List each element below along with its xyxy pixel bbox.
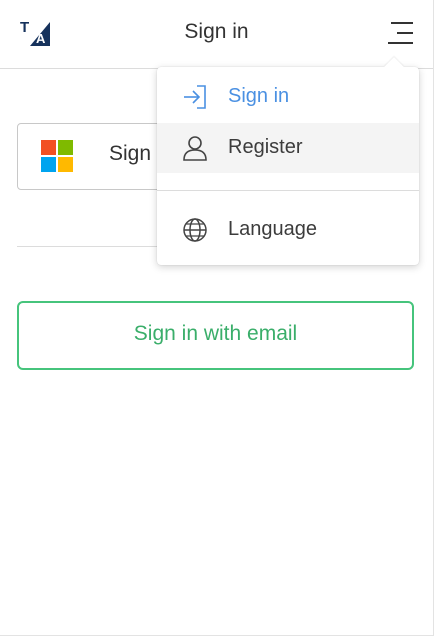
menu-item-language[interactable]: Language bbox=[157, 205, 419, 255]
email-button-label: Sign in with email bbox=[133, 322, 298, 345]
menu-item-sign-in-label: Sign in bbox=[228, 85, 290, 107]
menu-item-language-label: Language bbox=[228, 218, 317, 240]
microsoft-logo-icon bbox=[41, 140, 73, 172]
microsoft-button-label: Sign bbox=[109, 142, 152, 165]
sign-in-arrow-icon bbox=[184, 85, 206, 109]
hamburger-menu-icon[interactable] bbox=[385, 20, 415, 46]
app-frame: T A Sign in Sign Sign in with email Sign… bbox=[0, 0, 434, 636]
page-title: Sign in bbox=[184, 20, 249, 43]
header-dropdown-menu: Sign in Register Language bbox=[157, 57, 419, 265]
menu-item-sign-in[interactable]: Sign in bbox=[157, 72, 419, 122]
user-icon bbox=[183, 136, 207, 161]
globe-icon bbox=[183, 218, 207, 242]
header: T A Sign in bbox=[0, 0, 433, 69]
menu-divider bbox=[157, 190, 419, 191]
sign-in-with-email-button[interactable]: Sign in with email bbox=[17, 301, 414, 370]
menu-item-register-label: Register bbox=[228, 136, 303, 158]
menu-item-register[interactable]: Register bbox=[157, 123, 419, 173]
